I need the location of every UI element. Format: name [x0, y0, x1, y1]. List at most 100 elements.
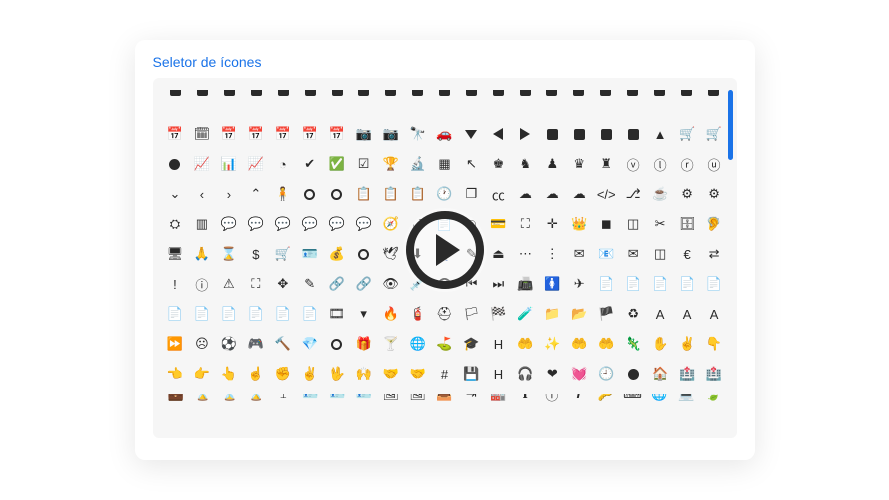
- italic-icon[interactable]: 𝑰: [565, 394, 592, 406]
- flask-icon[interactable]: 🧪: [513, 300, 538, 328]
- envelope-icon[interactable]: ✉: [567, 240, 592, 268]
- exclamation-circle-icon[interactable]: ⓘ: [189, 270, 214, 298]
- hand-point-up-icon[interactable]: 👆: [216, 360, 241, 388]
- font-icon[interactable]: A: [648, 300, 673, 328]
- caret-square-left-icon[interactable]: [567, 120, 592, 148]
- fast-forward-icon[interactable]: ⏭: [486, 270, 511, 298]
- check-icon[interactable]: ✔: [297, 150, 322, 178]
- crosshairs-icon[interactable]: ✛: [540, 210, 565, 238]
- caret-square-up-icon[interactable]: [621, 120, 646, 148]
- calendar-week-icon[interactable]: 📅: [324, 120, 349, 148]
- hands-icon[interactable]: 🙌: [351, 360, 376, 388]
- h-square-icon[interactable]: H: [486, 330, 511, 358]
- file-icon[interactable]: 📄: [594, 270, 619, 298]
- cube-icon[interactable]: ◼: [594, 210, 619, 238]
- fire-extinguisher-icon[interactable]: 🧯: [405, 300, 430, 328]
- caret-right-icon[interactable]: [513, 120, 538, 148]
- dolly-icon[interactable]: 🛒: [270, 240, 295, 268]
- cursor-icon[interactable]: ↖: [459, 150, 484, 178]
- hands-helping-icon[interactable]: 🤝: [378, 360, 403, 388]
- icon-unknown-3[interactable]: [243, 90, 270, 102]
- file-word-icon[interactable]: 📄: [297, 300, 322, 328]
- clock-icon[interactable]: 🕐: [432, 180, 457, 208]
- circle-notch-icon[interactable]: [324, 180, 349, 208]
- chevron-circle-up-icon[interactable]: ⓤ: [702, 150, 727, 178]
- circle-outline-icon[interactable]: [297, 180, 322, 208]
- cart-plus-icon[interactable]: 🛒: [702, 120, 727, 148]
- heart-icon[interactable]: ❤: [540, 360, 565, 388]
- chart-line-icon[interactable]: 📈: [243, 150, 268, 178]
- file-audio-icon[interactable]: 📄: [675, 270, 700, 298]
- id-badge-2-icon[interactable]: 🪪: [297, 394, 324, 406]
- file-pdf-icon[interactable]: 📄: [216, 300, 241, 328]
- laptop-icon[interactable]: 💻: [673, 394, 700, 406]
- chevron-circle-left-icon[interactable]: ⓛ: [648, 150, 673, 178]
- cog-icon[interactable]: ⚙: [675, 180, 700, 208]
- comment-icon[interactable]: 💬: [216, 210, 241, 238]
- hashtag-icon[interactable]: #: [432, 360, 457, 388]
- text-height-icon[interactable]: A: [675, 300, 700, 328]
- hand-spock-icon[interactable]: 🖖: [324, 360, 349, 388]
- video-play-button[interactable]: [403, 208, 487, 292]
- heading-icon[interactable]: H: [486, 360, 511, 388]
- flag-checkered-icon[interactable]: 🏁: [486, 300, 511, 328]
- chess-pawn-icon[interactable]: ♟: [540, 150, 565, 178]
- comments-alt-icon[interactable]: 💬: [351, 210, 376, 238]
- clipboard-check-icon[interactable]: 📋: [378, 180, 403, 208]
- id-card-alt-icon[interactable]: 🪪: [351, 394, 378, 406]
- hand-peace-icon[interactable]: ✌: [675, 330, 700, 358]
- icon-unknown-11[interactable]: [458, 90, 485, 102]
- indent-icon[interactable]: ⇥: [458, 394, 485, 406]
- handshake-icon[interactable]: 🤝: [405, 360, 430, 388]
- inbox-icon[interactable]: 📥: [431, 394, 458, 406]
- dollar-sign-icon[interactable]: $: [243, 240, 268, 268]
- caret-square-right-icon[interactable]: [594, 120, 619, 148]
- hand-holding-usd-icon[interactable]: 🤲: [594, 330, 619, 358]
- filter-icon[interactable]: ▾: [351, 300, 376, 328]
- font-awesome-icon[interactable]: 🏴: [594, 300, 619, 328]
- icon-unknown-16[interactable]: [592, 90, 619, 102]
- cloud-icon[interactable]: ☁: [513, 180, 538, 208]
- calendar-icon[interactable]: 📅: [163, 120, 188, 148]
- comments-icon[interactable]: 💬: [297, 210, 322, 238]
- calendar-plus-icon[interactable]: 📅: [270, 120, 295, 148]
- text-width-icon[interactable]: A: [702, 300, 727, 328]
- icon-unknown-13[interactable]: [512, 90, 539, 102]
- fighter-jet-icon[interactable]: ✈: [567, 270, 592, 298]
- sliders-icon[interactable]: ⛭: [163, 210, 188, 238]
- headphones-icon[interactable]: 🎧: [513, 360, 538, 388]
- icon-unknown-6[interactable]: [324, 90, 351, 102]
- history-icon[interactable]: 🕘: [594, 360, 619, 388]
- icon-unknown-2[interactable]: [216, 90, 243, 102]
- camera-retro-icon[interactable]: 📷: [378, 120, 403, 148]
- i-cursor-icon[interactable]: 𝙸: [270, 394, 297, 406]
- film-icon[interactable]: 🎞: [324, 300, 349, 328]
- dot-circle-icon[interactable]: [351, 240, 376, 268]
- expand-icon[interactable]: ⛶: [243, 270, 268, 298]
- euro-sign-icon[interactable]: €: [675, 240, 700, 268]
- file-archive-icon[interactable]: 📄: [648, 270, 673, 298]
- icon-unknown-10[interactable]: [431, 90, 458, 102]
- fax-icon[interactable]: 📠: [513, 270, 538, 298]
- code-branch-icon[interactable]: ⎇: [621, 180, 646, 208]
- golf-ball-icon[interactable]: ⛳: [432, 330, 457, 358]
- microscope-icon[interactable]: 🔬: [405, 150, 430, 178]
- chess-king-icon[interactable]: ♚: [486, 150, 511, 178]
- chart-area-icon[interactable]: 📈: [189, 150, 214, 178]
- keyboard-icon[interactable]: ⌨: [619, 394, 646, 406]
- icon-unknown-18[interactable]: [646, 90, 673, 102]
- folder-open-icon[interactable]: 📂: [567, 300, 592, 328]
- calendar-alt-icon[interactable]: 🗓: [189, 120, 214, 148]
- gem-icon[interactable]: 💎: [297, 330, 322, 358]
- hand-point-down-icon[interactable]: 👇: [702, 330, 727, 358]
- compass-icon[interactable]: 🧭: [378, 210, 403, 238]
- eraser-icon[interactable]: ◫: [648, 240, 673, 268]
- binoculars-icon[interactable]: 🔭: [405, 120, 430, 148]
- hdd-icon[interactable]: 💾: [459, 360, 484, 388]
- chess-rook-icon[interactable]: ♜: [594, 150, 619, 178]
- chart-bar-icon[interactable]: 📊: [216, 150, 241, 178]
- hourglass-icon[interactable]: ⌛: [216, 240, 241, 268]
- car-icon[interactable]: 🚗: [432, 120, 457, 148]
- glass-martini-icon[interactable]: 🍸: [378, 330, 403, 358]
- ellipsis-v-icon[interactable]: ⋮: [540, 240, 565, 268]
